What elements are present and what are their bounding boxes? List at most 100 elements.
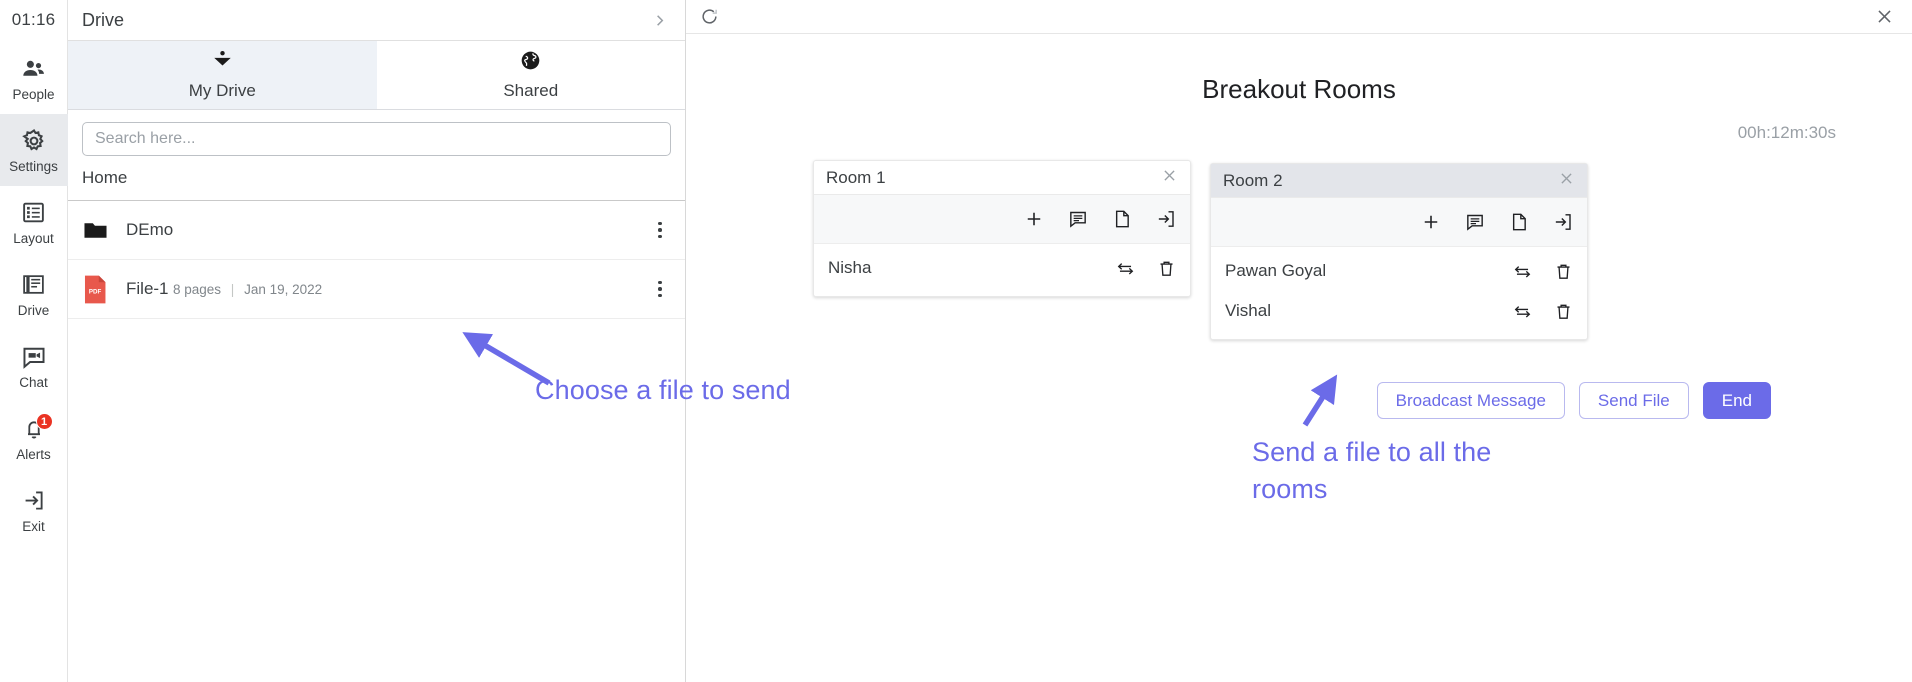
room-toolbar <box>814 195 1190 244</box>
rail-item-layout[interactable]: Layout <box>0 186 68 258</box>
tab-my-drive[interactable]: My Drive <box>68 41 377 109</box>
room-name: Room 2 <box>1223 170 1283 190</box>
trash-icon[interactable] <box>1554 302 1573 321</box>
trash-icon[interactable] <box>1554 262 1573 281</box>
room-members: Pawan Goyal Vishal <box>1211 247 1587 339</box>
room-toolbar <box>1211 198 1587 247</box>
participant-name: Pawan Goyal <box>1225 261 1327 280</box>
left-rail: 01:16 People Settings Layout Drive Chat … <box>0 0 68 682</box>
page-title: Breakout Rooms <box>1202 74 1396 104</box>
file-icon[interactable] <box>1112 209 1132 229</box>
room-header: Room 2 <box>1211 164 1587 198</box>
alerts-badge: 1 <box>35 413 53 430</box>
rail-item-alerts[interactable]: 1 Alerts <box>0 402 68 474</box>
drive-header: Drive <box>68 0 685 41</box>
enter-icon[interactable] <box>1156 209 1176 229</box>
room-timer: 00h:12m:30s <box>1737 123 1836 142</box>
swap-icon[interactable] <box>1513 262 1532 281</box>
chat-icon <box>21 343 47 371</box>
tab-shared[interactable]: Shared <box>377 41 686 109</box>
drive-tabs: My Drive Shared <box>68 41 685 110</box>
search-container <box>68 110 685 166</box>
swap-icon[interactable] <box>1116 259 1135 278</box>
swap-icon[interactable] <box>1513 302 1532 321</box>
people-icon <box>21 55 46 83</box>
exit-icon <box>21 487 46 515</box>
participant-actions <box>1513 302 1573 321</box>
file-date: Jan 19, 2022 <box>244 282 323 298</box>
room-name: Room 1 <box>826 167 886 187</box>
main-toolbar <box>686 0 1912 34</box>
rail-item-label: Chat <box>19 374 48 390</box>
annotation-text-send-file: Send a file to all the rooms <box>1252 437 1492 505</box>
drive-title: Drive <box>82 9 125 30</box>
room-header: Room 1 <box>814 161 1190 195</box>
broadcast-message-button[interactable]: Broadcast Message <box>1376 382 1565 419</box>
globe-icon <box>519 49 542 77</box>
room-card: Room 2 Pawan Goyal Vishal <box>1210 163 1588 340</box>
participant-name: Vishal <box>1225 301 1271 320</box>
close-icon[interactable] <box>1875 7 1894 26</box>
file-meta: File-1 8 pages | Jan 19, 2022 <box>116 278 649 299</box>
file-subtitle: 8 pages | Jan 19, 2022 <box>173 282 322 297</box>
file-name: DEmo <box>126 220 174 240</box>
room-actions: Broadcast Message Send File End <box>687 382 1912 419</box>
rail-item-label: Drive <box>17 302 50 318</box>
chat-icon[interactable] <box>1068 209 1088 229</box>
rail-item-label: People <box>12 86 55 102</box>
drive-icon <box>21 271 46 299</box>
plus-icon[interactable] <box>1421 212 1441 232</box>
participant-actions <box>1513 262 1573 281</box>
close-icon[interactable] <box>1161 167 1178 188</box>
rail-item-drive[interactable]: Drive <box>0 258 68 330</box>
tab-label: My Drive <box>188 81 256 100</box>
more-options-icon[interactable] <box>649 280 671 298</box>
folder-icon <box>82 217 116 244</box>
breadcrumb[interactable]: Home <box>68 166 685 201</box>
enter-icon[interactable] <box>1553 212 1573 232</box>
rail-item-label: Settings <box>9 158 58 174</box>
rooms-container: Room 1 Nisha Room 2 Pawan Goyal Vishal <box>686 160 1912 340</box>
trash-icon[interactable] <box>1157 259 1176 278</box>
app-root: 01:16 People Settings Layout Drive Chat … <box>0 0 1912 682</box>
rail-item-chat[interactable]: Chat <box>0 330 68 402</box>
svg-text:PDF: PDF <box>89 288 102 295</box>
search-input[interactable] <box>82 122 671 156</box>
rail-item-label: Alerts <box>16 446 51 462</box>
participant-actions <box>1116 259 1176 278</box>
list-item: Nisha <box>814 248 1190 288</box>
close-icon[interactable] <box>1558 170 1575 191</box>
breakout-rooms-panel: Breakout Rooms 00h:12m:30s Room 1 Nisha … <box>686 0 1912 682</box>
plus-icon[interactable] <box>1024 209 1044 229</box>
drive-panel: Drive My Drive Shared Search here... Hom… <box>68 0 686 682</box>
chevron-right-icon[interactable] <box>652 13 671 28</box>
room-members: Nisha <box>814 244 1190 296</box>
list-item: Pawan Goyal <box>1211 251 1587 291</box>
rail-item-label: Exit <box>22 518 45 534</box>
pdf-file-icon: PDF <box>82 274 116 305</box>
list-item[interactable]: DEmo <box>68 201 685 260</box>
refresh-icon[interactable] <box>700 7 719 26</box>
rail-item-exit[interactable]: Exit <box>0 474 68 546</box>
room-card: Room 1 Nisha <box>813 160 1191 297</box>
clock: 01:16 <box>11 10 56 29</box>
book-icon <box>211 49 234 77</box>
layout-icon <box>21 199 46 227</box>
participant-name: Nisha <box>828 258 872 277</box>
more-options-icon[interactable] <box>649 221 671 239</box>
gear-icon <box>21 127 47 155</box>
end-button[interactable]: End <box>1702 382 1771 419</box>
file-icon[interactable] <box>1509 212 1529 232</box>
file-meta: DEmo <box>116 219 649 240</box>
list-item: Vishal <box>1211 291 1587 331</box>
rail-item-label: Layout <box>13 230 54 246</box>
chat-icon[interactable] <box>1465 212 1485 232</box>
tab-label: Shared <box>503 81 559 100</box>
file-pages: 8 pages <box>172 282 222 298</box>
file-name: File-1 <box>126 279 169 299</box>
file-sub-separator: | <box>230 282 235 298</box>
rail-item-people[interactable]: People <box>0 42 68 114</box>
list-item[interactable]: PDF File-1 8 pages | Jan 19, 2022 <box>68 260 685 319</box>
rail-item-settings[interactable]: Settings <box>0 114 68 186</box>
send-file-button[interactable]: Send File <box>1578 382 1689 419</box>
